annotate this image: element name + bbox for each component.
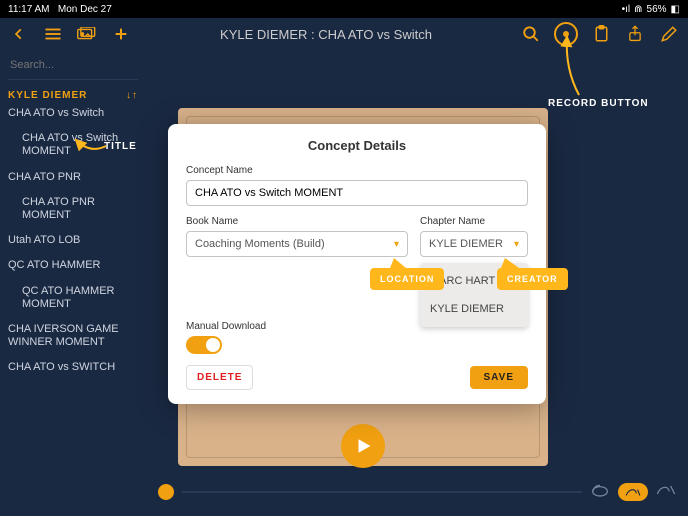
normal-speed-toggle[interactable] [618,483,648,501]
play-button[interactable] [341,424,385,468]
media-card-button[interactable] [76,23,98,45]
save-button[interactable]: SAVE [470,366,529,389]
edit-button[interactable] [658,23,680,45]
book-name-label: Book Name [186,216,408,227]
timeline-bar [146,478,688,506]
headphone-icon: ⋒ [634,4,642,15]
concept-name-label: Concept Name [186,165,528,176]
clipboard-button[interactable] [590,23,612,45]
section-name: KYLE DIEMER [8,90,87,101]
record-button[interactable] [554,22,578,46]
book-name-value: Coaching Moments (Build) [195,238,325,250]
tree-item[interactable]: CHA ATO PNR [8,165,138,190]
tree-item[interactable]: CHA ATO PNR MOMENT [8,190,138,228]
chapter-option[interactable]: KYLE DIEMER [420,295,528,323]
chapter-name-select[interactable]: KYLE DIEMER ▾ [420,231,528,257]
modal-title: Concept Details [186,138,528,153]
search-input[interactable] [8,58,146,72]
chevron-down-icon: ▾ [514,239,519,250]
search-button[interactable] [520,23,542,45]
tree-item[interactable]: QC ATO HAMMER MOMENT [8,279,138,317]
status-date: Mon Dec 27 [58,4,112,15]
scrubber-track[interactable] [182,491,582,493]
annotation-creator-callout: CREATOR [497,268,568,290]
book-name-select[interactable]: Coaching Moments (Build) ▾ [186,231,408,257]
share-button[interactable] [624,23,646,45]
battery-percent: 56% [647,4,667,15]
annotation-title-label: TITLE [104,141,137,152]
menu-button[interactable] [42,23,64,45]
tree-item[interactable]: CHA IVERSON GAME WINNER MOMENT [8,317,138,355]
scrubber-handle[interactable] [158,484,174,500]
fast-speed-icon[interactable] [656,483,676,502]
tree-item[interactable]: CHA ATO vs Switch [8,101,138,126]
battery-icon: ◧ [671,4,680,15]
status-time: 11:17 AM [8,4,50,15]
sort-button[interactable]: ↓↑ [126,90,138,101]
tree-item[interactable]: QC ATO HAMMER [8,253,138,278]
concept-name-input[interactable] [186,180,528,206]
annotation-record-label: RECORD BUTTON [548,98,649,109]
annotation-location-callout: LOCATION [370,268,444,290]
slow-speed-icon[interactable] [590,483,610,502]
delete-button[interactable]: DELETE [186,365,253,390]
concept-details-modal: Concept Details Concept Name Book Name C… [168,124,546,404]
chevron-down-icon: ▾ [394,239,399,250]
sidebar: › KYLE DIEMER ↓↑ CHA ATO vs Switch CHA A… [0,50,146,516]
record-icon [563,31,569,37]
cellular-icon: •ıl [622,4,631,15]
add-button[interactable] [110,23,132,45]
chapter-name-value: KYLE DIEMER [429,238,503,250]
status-bar: 11:17 AM Mon Dec 27 •ıl ⋒ 56% ◧ [0,0,688,18]
back-button[interactable] [8,23,30,45]
chapter-name-label: Chapter Name [420,216,528,227]
tree-item[interactable]: CHA ATO vs SWITCH [8,355,138,380]
tree-item[interactable]: Utah ATO LOB [8,228,138,253]
app-header: KYLE DIEMER : CHA ATO vs Switch [0,18,688,50]
manual-download-toggle[interactable] [186,336,222,354]
header-title: KYLE DIEMER : CHA ATO vs Switch [132,27,520,42]
